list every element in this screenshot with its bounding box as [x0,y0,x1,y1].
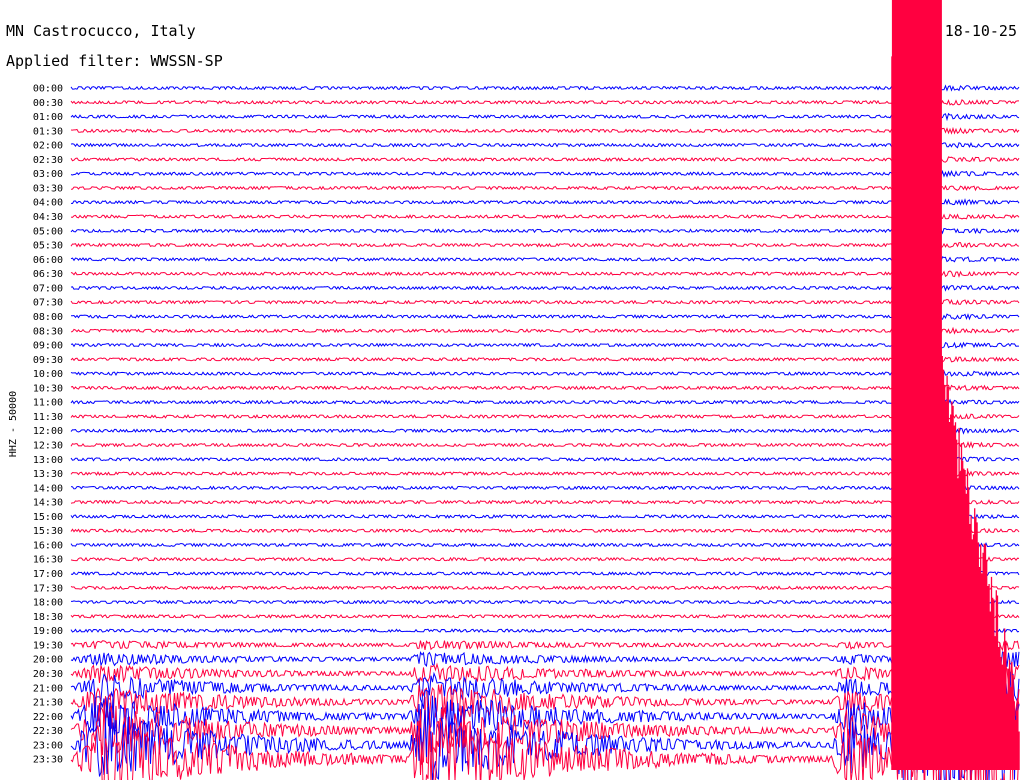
hour-label: 19:00 [33,626,63,637]
hour-label: 21:30 [33,698,63,709]
hour-label: 16:00 [33,540,63,551]
hour-label: 23:30 [33,755,63,766]
hour-label: 03:00 [33,169,63,180]
hour-label: 03:30 [33,183,63,194]
hour-label: 15:00 [33,512,63,523]
hour-label: 07:30 [33,298,63,309]
saturated-event-block [891,0,942,770]
hour-label: 02:30 [33,155,63,166]
hour-label: 00:00 [33,84,63,95]
hour-label: 11:30 [33,412,63,423]
hour-label: 18:00 [33,598,63,609]
filter-label: Applied filter: WWSSN-SP [6,52,223,70]
hour-label: 23:00 [33,740,63,751]
hour-label: 05:30 [33,241,63,252]
hour-label: 02:00 [33,141,63,152]
hour-label: 21:00 [33,683,63,694]
hour-label: 09:00 [33,341,63,352]
hour-label: 16:30 [33,555,63,566]
hour-label: 06:00 [33,255,63,266]
hour-label: 08:00 [33,312,63,323]
hour-label: 07:00 [33,283,63,294]
hour-label: 13:30 [33,469,63,480]
hour-label: 00:30 [33,98,63,109]
hour-label: 22:00 [33,712,63,723]
hour-label: 11:00 [33,398,63,409]
hour-label: 20:30 [33,669,63,680]
hour-label: 20:00 [33,655,63,666]
hour-label: 04:00 [33,198,63,209]
hour-label: 05:00 [33,226,63,237]
station-title: MN Castrocucco, Italy [6,22,196,40]
hour-label: 06:30 [33,269,63,280]
hour-label: 17:30 [33,583,63,594]
date-label: 18-10-25 [945,22,1017,40]
hour-label: 17:00 [33,569,63,580]
hour-label: 04:30 [33,212,63,223]
hour-label: 18:30 [33,612,63,623]
hour-label: 14:30 [33,498,63,509]
hour-label: 01:00 [33,112,63,123]
hour-label: 10:00 [33,369,63,380]
hour-label: 12:30 [33,441,63,452]
channel-label: HHZ - 50000 [8,391,19,457]
hour-label: 13:00 [33,455,63,466]
helicorder-chart: 00:00 00:30 01:00 01:30 02:00 02:30 03:00 03:30… [0,0,1024,780]
hour-label: 15:30 [33,526,63,537]
hour-label: 12:00 [33,426,63,437]
hour-label: 19:30 [33,640,63,651]
hour-label: 14:00 [33,483,63,494]
hour-label: 22:30 [33,726,63,737]
hour-label: 09:30 [33,355,63,366]
hour-label: 10:30 [33,383,63,394]
hour-label: 01:30 [33,126,63,137]
hour-label: 08:30 [33,326,63,337]
